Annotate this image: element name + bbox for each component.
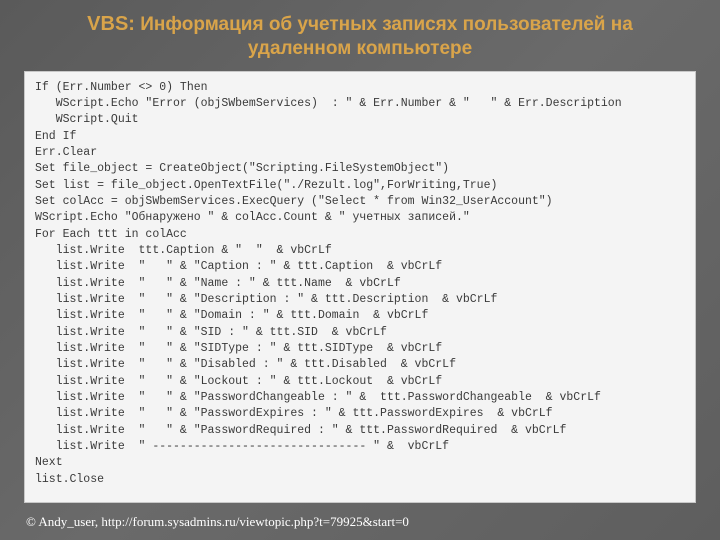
- footer-credit: © Andy_user, http://forum.sysadmins.ru/v…: [26, 514, 409, 530]
- title-text: Информация об учетных записях пользовате…: [135, 14, 633, 59]
- slide-title: VBS: Информация об учетных записях польз…: [24, 12, 696, 61]
- title-keyword: VBS:: [87, 13, 135, 35]
- code-text: If (Err.Number <> 0) Then WScript.Echo "…: [35, 80, 685, 488]
- slide-container: VBS: Информация об учетных записях польз…: [0, 0, 720, 540]
- code-block: If (Err.Number <> 0) Then WScript.Echo "…: [24, 71, 696, 503]
